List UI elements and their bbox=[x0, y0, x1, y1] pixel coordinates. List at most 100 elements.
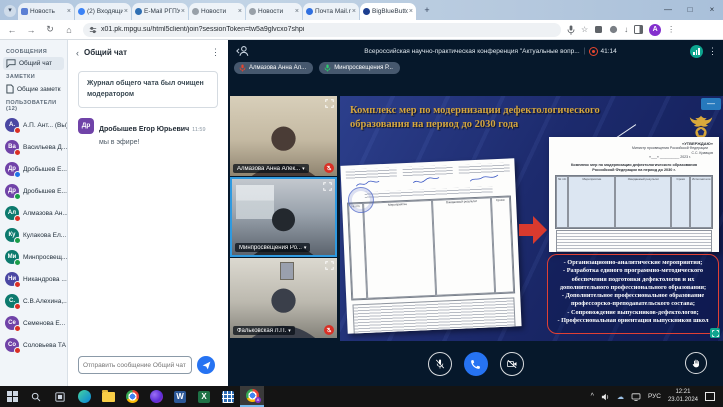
tab-close-icon[interactable]: × bbox=[352, 8, 356, 15]
user-status-badge bbox=[14, 237, 21, 244]
webcam-name-label[interactable]: Фальковская Л.П.▾ bbox=[233, 326, 295, 335]
network-icon[interactable] bbox=[631, 393, 641, 401]
tab-close-icon[interactable]: × bbox=[295, 8, 299, 15]
address-bar[interactable]: x01.pk.mpgu.su/html5client/join?sessionT… bbox=[83, 23, 561, 37]
tab-close-icon[interactable]: × bbox=[181, 8, 185, 15]
webcam-name-label[interactable]: Алмазова Анна Алек...▾ bbox=[233, 164, 309, 173]
browser-tab[interactable]: (2) Входящие - Поч × bbox=[75, 3, 131, 20]
user-list-item[interactable]: Ми Минпросвещ... bbox=[0, 246, 67, 268]
browser-tab[interactable]: Новости × bbox=[189, 3, 245, 20]
browser-tab[interactable]: Новости × bbox=[246, 3, 302, 20]
user-list-item[interactable]: Со Соловьева ТА bbox=[0, 334, 67, 356]
minimize-presentation-button[interactable]: — bbox=[701, 98, 721, 110]
browser-menu-icon[interactable]: ⋮ bbox=[667, 25, 675, 34]
sidebar-item-public-chat[interactable]: Общий чат bbox=[3, 57, 64, 70]
webcam-tile[interactable]: Минпросвещения Ро...▾ bbox=[230, 177, 337, 257]
fullscreen-icon[interactable] bbox=[325, 99, 334, 108]
bookmark-star-icon[interactable]: ☆ bbox=[581, 25, 588, 34]
webcam-tile[interactable]: Алмазова Анна Алек...▾ bbox=[230, 96, 337, 176]
tab-close-icon[interactable]: × bbox=[409, 8, 413, 15]
fit-to-screen-icon[interactable] bbox=[710, 328, 720, 338]
unmute-button[interactable] bbox=[428, 352, 452, 376]
calculator-icon[interactable] bbox=[216, 386, 240, 407]
browser-tab[interactable]: Новость × bbox=[18, 3, 74, 20]
start-button[interactable] bbox=[0, 386, 24, 407]
user-status-badge bbox=[14, 127, 21, 134]
edge-icon[interactable] bbox=[72, 386, 96, 407]
talker-pill[interactable]: Минпросвещения Р... bbox=[319, 62, 400, 74]
chrome-active-icon[interactable]: A bbox=[240, 386, 264, 407]
toolbar-right: ☆ ↓ A ⋮ bbox=[567, 24, 675, 36]
send-message-button[interactable] bbox=[197, 356, 215, 374]
recording-indicator[interactable]: 41:14 bbox=[589, 47, 616, 56]
tab-title: Новость bbox=[30, 8, 66, 15]
site-info-icon[interactable] bbox=[89, 26, 97, 34]
chrome-icon[interactable] bbox=[120, 386, 144, 407]
browser-tab[interactable]: BigBlueButton - × bbox=[360, 3, 416, 20]
action-center-icon[interactable] bbox=[705, 392, 715, 401]
meeting-options-icon[interactable]: ⋮ bbox=[708, 46, 717, 57]
user-list-item[interactable]: Ку Кулакова Ел... bbox=[0, 224, 67, 246]
volume-icon[interactable] bbox=[601, 393, 610, 401]
side-panel-icon[interactable] bbox=[634, 25, 643, 34]
reload-icon[interactable]: ↻ bbox=[43, 24, 57, 35]
user-list-item[interactable]: Ал Алмазова Ан... bbox=[0, 202, 67, 224]
forward-icon[interactable]: → bbox=[24, 25, 38, 35]
task-view-icon[interactable] bbox=[48, 386, 72, 407]
clock-date: 23.01.2024 bbox=[668, 397, 698, 403]
user-list-item[interactable]: С. С.В.Алехина,... bbox=[0, 290, 67, 312]
leave-audio-button[interactable] bbox=[464, 352, 488, 376]
send-icon bbox=[202, 361, 211, 370]
meeting-main-area: Всероссийская научно-практическая конфер… bbox=[228, 40, 723, 386]
language-indicator[interactable]: РУС bbox=[648, 393, 661, 400]
chat-back-icon[interactable]: ‹ bbox=[76, 48, 79, 58]
tab-close-icon[interactable]: × bbox=[124, 8, 128, 15]
fullscreen-icon[interactable] bbox=[323, 182, 332, 191]
connection-status-icon[interactable] bbox=[690, 45, 703, 58]
user-list-item[interactable]: Ни Никандрова ... bbox=[0, 268, 67, 290]
profile-avatar[interactable]: A bbox=[649, 24, 661, 36]
extension-icon[interactable] bbox=[594, 25, 603, 34]
window-maximize-icon[interactable]: □ bbox=[679, 0, 701, 20]
yandex-browser-icon[interactable] bbox=[144, 386, 168, 407]
sidebar-item-shared-notes[interactable]: Общие заметки bbox=[3, 82, 64, 96]
browser-tab[interactable]: E-Mail РГПУ им. А. И × bbox=[132, 3, 188, 20]
user-list-item[interactable]: Ва Васильева Д... bbox=[0, 136, 67, 158]
file-explorer-icon[interactable] bbox=[96, 386, 120, 407]
presentation-slide[interactable]: — Комплекс мер по модернизации дефектоло… bbox=[340, 96, 723, 341]
taskbar-search-icon[interactable] bbox=[24, 386, 48, 407]
tab-close-icon[interactable]: × bbox=[67, 8, 71, 15]
user-status-badge bbox=[14, 193, 21, 200]
share-webcam-button[interactable] bbox=[500, 352, 524, 376]
talker-pill[interactable]: Алмазова Анна Ал... bbox=[234, 62, 313, 74]
browser-tab[interactable]: Почта Mail.ru × bbox=[303, 3, 359, 20]
excel-icon[interactable]: X bbox=[192, 386, 216, 407]
user-list-item[interactable]: А. А.П. Ант... (Вы) bbox=[0, 114, 67, 136]
onedrive-icon[interactable]: ☁ bbox=[617, 393, 624, 401]
clock[interactable]: 12:21 23.01.2024 bbox=[668, 389, 698, 404]
raise-hand-button[interactable] bbox=[685, 352, 707, 374]
word-icon[interactable]: W bbox=[168, 386, 192, 407]
tab-close-icon[interactable]: × bbox=[238, 8, 242, 15]
webcam-tile[interactable]: Фальковская Л.П.▾ bbox=[230, 258, 337, 338]
tray-expand-icon[interactable]: ^ bbox=[591, 393, 594, 400]
user-list-item[interactable]: Др Дробышев Е... bbox=[0, 158, 67, 180]
window-close-icon[interactable]: × bbox=[701, 0, 723, 20]
user-list-item[interactable]: Др Дробышев Е... bbox=[0, 180, 67, 202]
tab-search-icon[interactable]: ▾ bbox=[4, 5, 16, 17]
home-icon[interactable]: ⌂ bbox=[62, 25, 76, 35]
back-icon[interactable]: ← bbox=[5, 25, 19, 35]
window-minimize-icon[interactable]: — bbox=[657, 0, 679, 20]
user-status-badge bbox=[14, 215, 21, 222]
webcam-name-label[interactable]: Минпросвещения Ро...▾ bbox=[235, 243, 310, 252]
chat-message-input[interactable] bbox=[78, 356, 192, 374]
toggle-userlist-icon[interactable] bbox=[236, 45, 250, 57]
extension-icon[interactable] bbox=[609, 25, 618, 34]
voice-search-icon[interactable] bbox=[567, 25, 575, 35]
new-tab-button[interactable]: + bbox=[420, 4, 434, 18]
user-list-item[interactable]: Се Семенова Е... bbox=[0, 312, 67, 334]
downloads-icon[interactable]: ↓ bbox=[624, 25, 628, 34]
chat-options-icon[interactable]: ⋮ bbox=[211, 47, 220, 58]
fullscreen-icon[interactable] bbox=[325, 261, 334, 270]
chat-message-avatar: Др bbox=[78, 118, 94, 134]
